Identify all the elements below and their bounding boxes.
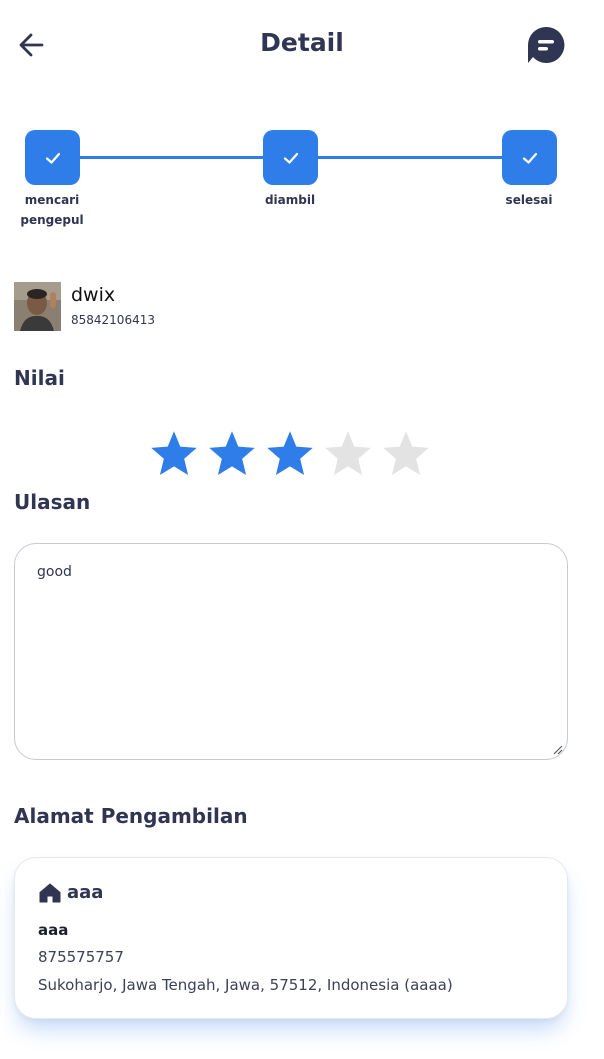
step-mencari-pengepul — [25, 130, 80, 185]
page-title: Detail — [260, 28, 344, 57]
check-icon — [522, 152, 537, 164]
avatar-photo — [14, 282, 61, 331]
step-selesai — [502, 130, 557, 185]
chat-bubble-icon — [528, 26, 565, 64]
collector-name: dwix — [71, 284, 116, 306]
address-label: aaa — [67, 882, 104, 903]
chat-button[interactable] — [527, 26, 565, 64]
step-connector — [78, 156, 268, 159]
home-icon — [39, 883, 61, 902]
address-phone: 875575757 — [38, 948, 124, 966]
rating-title: Nilai — [14, 366, 65, 390]
star-empty-icon[interactable] — [380, 428, 432, 480]
avatar — [14, 282, 61, 331]
star-rating[interactable] — [148, 428, 432, 480]
check-icon — [45, 152, 60, 164]
collector-profile: dwix 85842106413 — [14, 281, 574, 333]
star-empty-icon[interactable] — [322, 428, 374, 480]
check-icon — [283, 152, 298, 164]
pickup-address-title: Alamat Pengambilan — [14, 804, 248, 828]
address-card: aaa aaa 875575757 Sukoharjo, Jawa Tengah… — [14, 857, 568, 1019]
step-label-diambil: diambil — [264, 193, 316, 207]
review-text: good — [37, 564, 72, 580]
address-text: Sukoharjo, Jawa Tengah, Jawa, 57512, Ind… — [38, 976, 453, 994]
review-title: Ulasan — [14, 490, 91, 514]
address-label-row: aaa — [39, 882, 103, 903]
star-filled-icon[interactable] — [206, 428, 258, 480]
step-label-mencari-pengepul: mencari pengepul — [12, 190, 92, 230]
address-recipient-name: aaa — [38, 921, 69, 939]
app-header: Detail — [0, 0, 604, 90]
step-label-line: mencari — [24, 193, 80, 207]
star-filled-icon[interactable] — [148, 428, 200, 480]
resize-grip-icon[interactable] — [551, 743, 563, 755]
step-label-line: pengepul — [20, 213, 84, 227]
step-diambil — [263, 130, 318, 185]
collector-phone: 85842106413 — [71, 313, 155, 327]
step-connector — [316, 156, 506, 159]
progress-stepper: mencari pengepul diambil selesai — [0, 128, 604, 238]
star-filled-icon[interactable] — [264, 428, 316, 480]
step-label-selesai: selesai — [505, 193, 553, 207]
review-textarea[interactable]: good — [14, 543, 568, 760]
